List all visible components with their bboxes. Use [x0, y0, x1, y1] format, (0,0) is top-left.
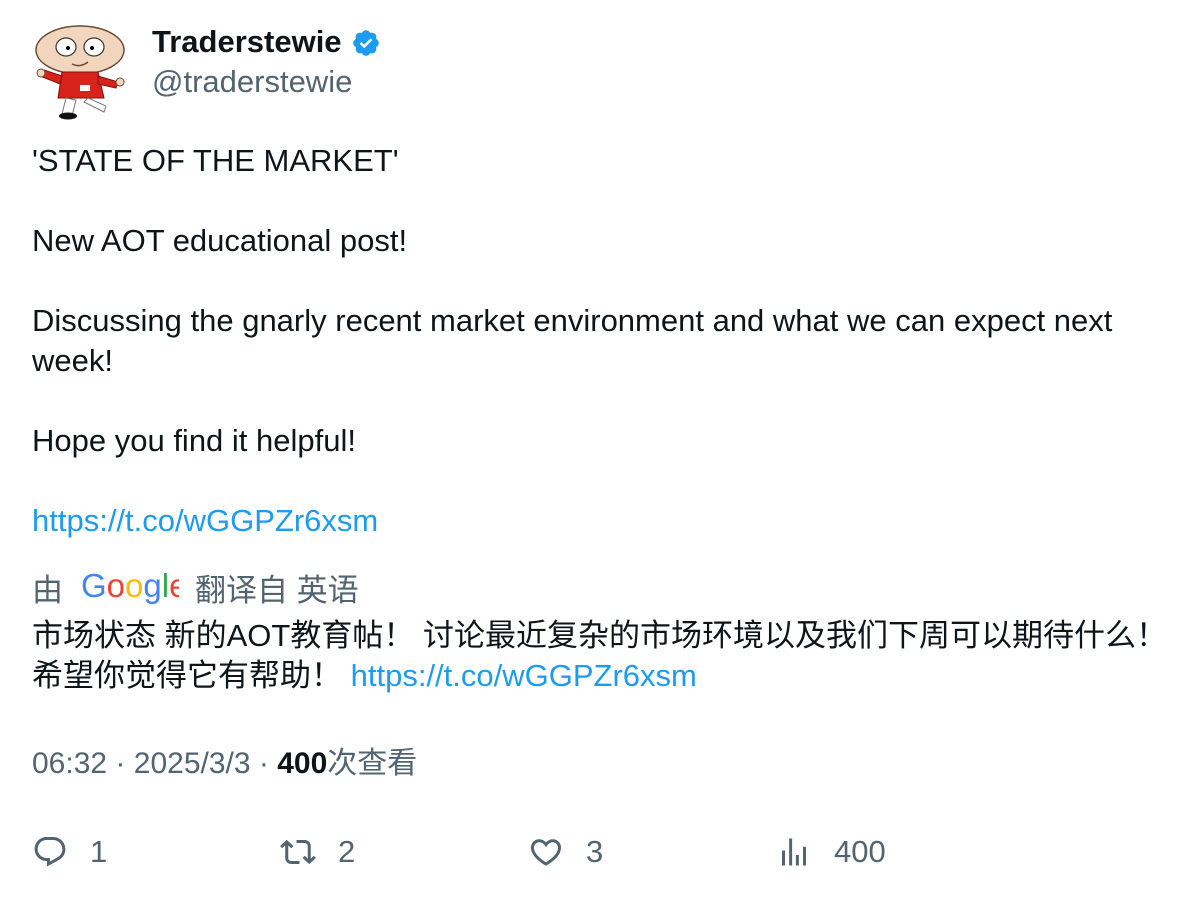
meta-separator: ·	[115, 747, 126, 780]
views-action-count: 400	[834, 834, 886, 869]
tweet-text: 'STATE OF THE MARKET' New AOT educationa…	[32, 141, 1172, 541]
translated-link[interactable]: https://t.co/wGGPZr6xsm	[351, 658, 697, 693]
translation-suffix: 翻译自 英语	[195, 572, 359, 608]
analytics-icon	[782, 838, 806, 866]
retweet-count: 2	[338, 834, 356, 869]
author-handle[interactable]: @traderstewie	[152, 62, 352, 102]
google-logo-icon: Google	[81, 569, 179, 604]
tweet-card: Traderstewie @traderstewie 'STATE OF THE…	[0, 0, 1196, 898]
views-count: 400	[277, 747, 328, 780]
tweet-line-closing: Hope you find it helpful!	[32, 423, 356, 458]
views-button[interactable]: 400	[776, 830, 886, 874]
author-name[interactable]: Traderstewie	[152, 22, 342, 62]
action-bar: 1 2 3 400	[32, 830, 1172, 874]
tweet-time[interactable]: 06:32	[32, 747, 107, 780]
avatar-image	[35, 25, 125, 120]
reply-icon	[34, 837, 66, 867]
translation-prefix: 由	[32, 572, 63, 608]
translation-attribution[interactable]: 由 Google 翻译自 英语	[32, 566, 359, 608]
like-button[interactable]: 3	[528, 830, 603, 874]
reply-button[interactable]: 1	[32, 830, 107, 874]
tweet-meta: 06:32 · 2025/3/3 · 400次查看	[32, 744, 417, 784]
svg-text:Google: Google	[81, 569, 179, 604]
meta-separator: ·	[258, 747, 269, 780]
tweet-date[interactable]: 2025/3/3	[134, 747, 251, 780]
tweet-line-announcement: New AOT educational post!	[32, 223, 408, 258]
heart-icon	[530, 839, 562, 866]
verified-badge-icon[interactable]	[351, 28, 381, 58]
retweet-icon	[280, 839, 316, 865]
reply-count: 1	[90, 834, 108, 869]
retweet-button[interactable]: 2	[280, 830, 355, 874]
tweet-line-description: Discussing the gnarly recent market envi…	[32, 303, 1113, 378]
views-label: 次查看	[327, 747, 418, 780]
author-name-row: Traderstewie	[152, 22, 381, 62]
tweet-link[interactable]: https://t.co/wGGPZr6xsm	[32, 503, 378, 538]
avatar[interactable]	[32, 22, 128, 120]
like-count: 3	[586, 834, 604, 869]
tweet-line-title: 'STATE OF THE MARKET'	[32, 143, 399, 178]
translated-text: 市场状态 新的AOT教育帖！ 讨论最近复杂的市场环境以及我们下周可以期待什么！ …	[32, 616, 1172, 696]
